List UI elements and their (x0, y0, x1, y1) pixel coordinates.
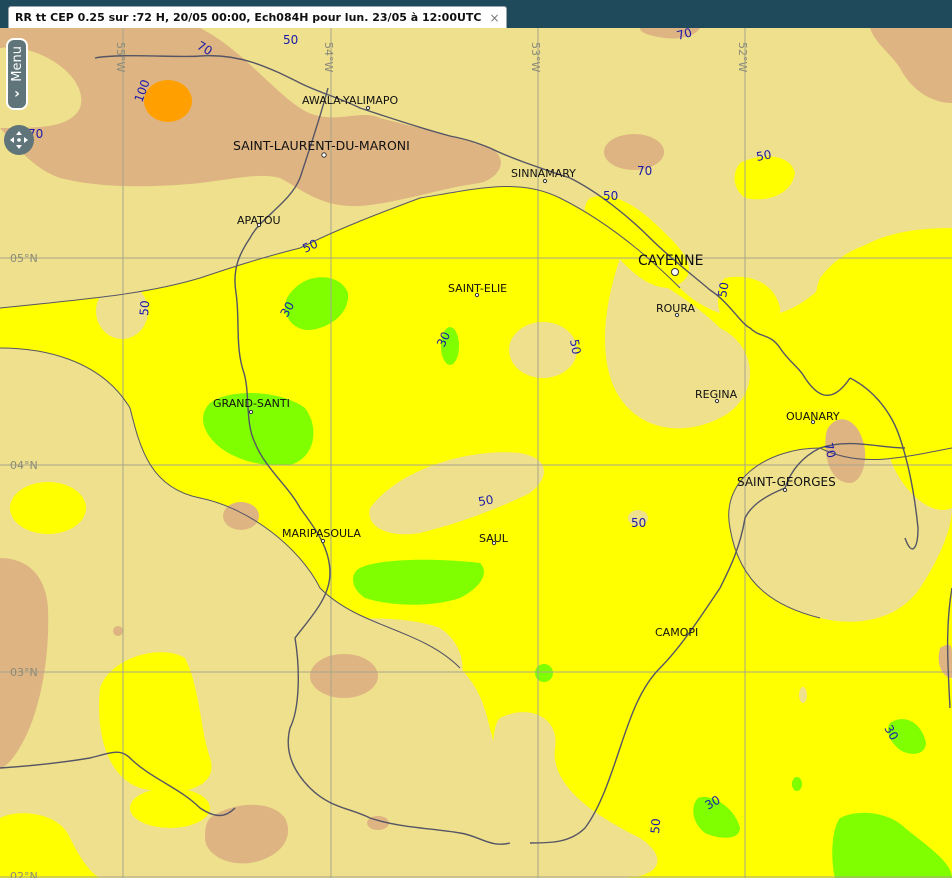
menu-label: Menu (9, 46, 25, 82)
map-canvas[interactable]: 55°W 54°W 53°W 52°W 05°N 04°N 03°N 02°N … (0, 28, 952, 878)
city-label-camopi: CAMOPI (655, 626, 698, 639)
contour-label: 70 (637, 164, 652, 178)
city-label-roura: ROURA (656, 302, 696, 315)
precip-zone-70-100-south (310, 654, 378, 698)
pan-arrows-icon[interactable] (4, 125, 34, 155)
precip-zone-30-50-sw-south (130, 788, 210, 828)
map-tab[interactable]: RR tt CEP 0.25 sur :72 H, 20/05 00:00, E… (8, 6, 507, 28)
grid-label-lat2: 02°N (10, 870, 38, 878)
grid-label-lon54: 54°W (322, 42, 335, 72)
precip-zone-30-50-sw1 (10, 482, 86, 534)
contour-label: 50 (648, 818, 663, 834)
contour-label: 50 (603, 189, 618, 203)
city-label-saint-georges: SAINT-GEORGES (737, 475, 836, 489)
contour-label: 50 (137, 300, 152, 316)
contour-label: 50 (715, 281, 731, 298)
menu-button[interactable]: Menu › (6, 38, 28, 110)
contour-label: 50 (631, 516, 646, 530)
contour-label: 50 (567, 338, 583, 355)
city-label-saint-laurent: SAINT-LAURENT-DU-MARONI (233, 138, 410, 153)
city-label-saint-elie: SAINT-ELIE (448, 282, 507, 295)
grid-label-lat4: 04°N (10, 459, 38, 472)
precip-zone-50-70-center-island (509, 322, 577, 378)
city-label-regina: REGINA (695, 388, 738, 401)
city-label-maripasoula: MARIPASOULA (282, 527, 361, 540)
grid-label-lat3: 03°N (10, 666, 38, 679)
precip-zone-50-70-se-tip (799, 687, 807, 703)
tab-title: RR tt CEP 0.25 sur :72 H, 20/05 00:00, E… (15, 11, 482, 24)
city-label-cayenne: CAYENNE (638, 253, 703, 269)
contour-label: 50 (755, 148, 772, 164)
grid-label-lon52: 52°W (736, 42, 749, 72)
city-label-ouanary: OUANARY (786, 410, 840, 423)
city-label-sinnamary: SINNAMARY (511, 167, 576, 180)
grid-label-lon55: 55°W (114, 42, 127, 72)
precip-zone-70-100-cayenne-north (604, 134, 664, 170)
contour-label: 50 (283, 33, 298, 47)
precip-zone-lt30-se-dot (792, 777, 802, 791)
city-label-apatou: APATOU (237, 214, 281, 227)
city-label-awala: AWALA-YALIMAPO (302, 94, 398, 107)
grid-label-lat5: 05°N (10, 252, 38, 265)
grid-label-lon53: 53°W (529, 42, 542, 72)
close-icon[interactable]: × (490, 11, 500, 25)
precip-zone-70-100-tiny2 (113, 626, 123, 636)
city-label-saul: SAUL (479, 532, 509, 545)
chevron-right-icon: › (14, 85, 20, 102)
top-bar: RR tt CEP 0.25 sur :72 H, 20/05 00:00, E… (0, 0, 952, 28)
city-label-grand-santi: GRAND-SANTI (213, 397, 290, 410)
contour-label: 50 (477, 493, 494, 509)
